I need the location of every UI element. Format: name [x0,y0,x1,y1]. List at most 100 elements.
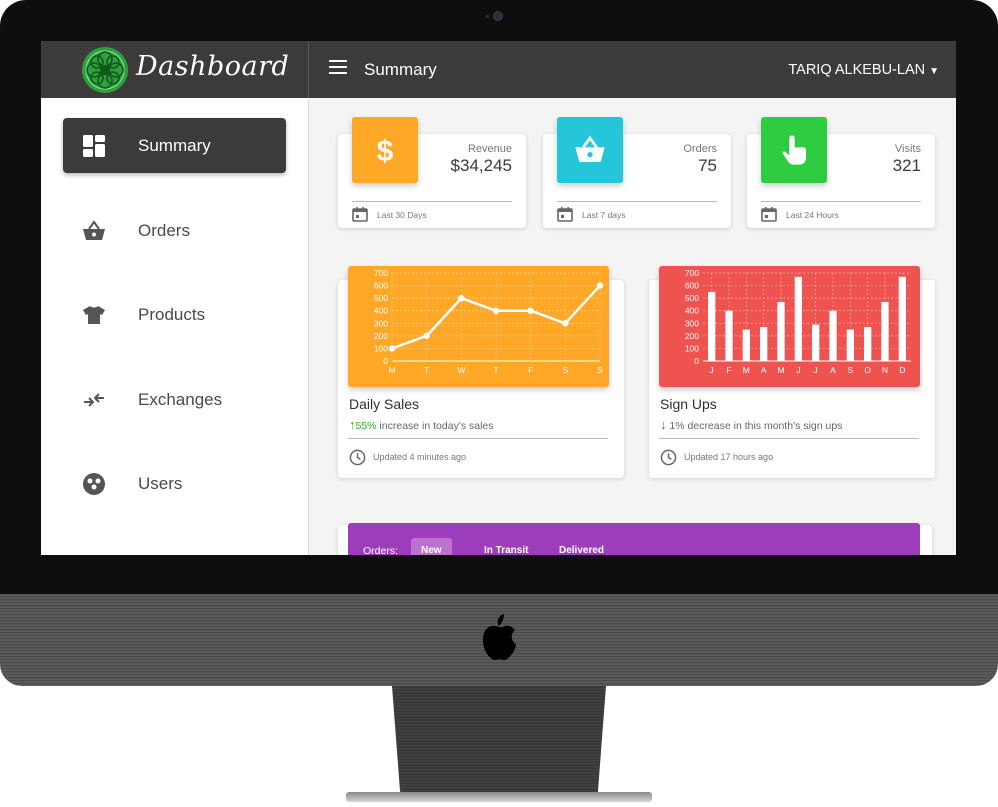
divider [557,201,717,202]
calendar-icon [761,207,777,222]
x-tick-label: F [528,365,533,375]
sign-ups-card: 0 100 200 300 400 500 600 700 J F M A M J J A S O N D Sign … [649,266,935,478]
y-tick-label: 0 [694,356,699,366]
svg-text:$: $ [377,135,394,166]
users-icon [83,473,105,495]
visits-card: Visits 321 Last 24 Hours [747,117,935,228]
signup-bar [760,327,768,361]
signup-bar [794,276,802,361]
signup-bar [742,329,750,361]
y-tick-label: 300 [685,318,699,328]
user-menu[interactable]: TARIQ ALKEBU-LAN ▼ [788,62,939,78]
x-tick-label: M [743,365,750,375]
sales-point [527,307,534,314]
orders-panel-header: Orders: New In Transit Delivered [348,523,920,555]
change-text: increase in today's sales [376,420,494,432]
x-tick-label: N [882,365,888,375]
screen: Dashboard Summary TARIQ ALKEBU-LAN ▼ Summ… [41,41,956,555]
visits-icon-box [761,117,827,183]
sidebar-item-users[interactable]: Users [63,456,286,511]
user-name: TARIQ ALKEBU-LAN [788,62,926,78]
y-tick-label: 100 [685,343,699,353]
exchange-icon [84,393,104,407]
sidebar: Summary Orders Products Exchanges Users [41,98,309,555]
sidebar-item-label: Users [138,474,183,493]
sign-ups-chart-box: 0 100 200 300 400 500 600 700 J F M A M J J A S O N D [659,266,920,387]
y-tick-label: 200 [685,331,699,341]
tab-delivered[interactable]: Delivered [549,538,614,555]
x-tick-label: F [726,365,731,375]
daily-sales-chart: 0100200300400500600700M T W T F S S [374,268,604,375]
y-tick-label: 700 [685,268,699,278]
change-text: 1% decrease in this month's sign ups [666,420,843,432]
stat-value: $34,245 [450,156,512,175]
monitor-chin [0,594,998,686]
dollar-icon: $ [377,135,394,166]
x-tick-label: M [388,365,395,375]
x-tick-label: S [562,365,568,375]
chart-subtitle: ↑55% increase in today's sales [349,417,494,432]
signup-bar [864,327,872,361]
sensor-dot [486,15,489,18]
x-tick-label: D [899,365,905,375]
sidebar-item-summary[interactable]: Summary [63,118,286,173]
stat-label: Orders [683,143,717,155]
y-tick-label: 100 [374,343,388,353]
y-tick-label: 500 [685,293,699,303]
basket-icon [83,220,105,240]
calendar-icon [557,207,573,222]
sidebar-item-label: Products [138,305,206,324]
x-tick-label: T [493,365,498,375]
y-tick-label: 600 [374,281,388,291]
divider [659,438,919,439]
x-tick-label: J [710,365,714,375]
stat-footer: Last 30 Days [377,210,427,220]
sidebar-item-products[interactable]: Products [63,287,286,342]
chart-title: Sign Ups [660,396,717,412]
sidebar-item-orders[interactable]: Orders [63,203,286,258]
chart-title: Daily Sales [349,396,420,412]
logo-icon [82,47,128,93]
x-tick-label: A [830,365,836,375]
sidebar-item-label: Exchanges [138,390,223,409]
x-tick-label: J [796,365,800,375]
tab-in-transit[interactable]: In Transit [474,538,538,555]
chart-footer: Updated 4 minutes ago [373,452,467,462]
tshirt-icon [83,306,105,324]
tab-new[interactable]: New [411,538,452,555]
divider [352,201,512,202]
y-tick-label: 400 [685,306,699,316]
change-value: 55% [355,420,377,432]
sidebar-item-label: Orders [138,221,190,240]
y-tick-label: 300 [374,318,388,328]
sidebar-item-label: Summary [138,136,211,155]
y-tick-label: 600 [685,281,699,291]
hamburger-menu-icon[interactable] [329,60,347,76]
y-tick-label: 700 [374,268,388,278]
revenue-icon-box: $ [352,117,418,183]
clock-icon [349,449,366,466]
basket-icon [575,135,605,162]
signup-bar [708,291,716,361]
sidebar-item-exchanges[interactable]: Exchanges [63,372,286,427]
sign-ups-chart: 0100200300400500600700J F M A M J J A S O N D [685,268,911,375]
stat-value: 321 [892,156,921,175]
orders-card: Orders 75 Last 7 days [543,117,731,228]
monitor-base [346,792,652,802]
monitor-stand [392,686,606,798]
x-tick-label: S [597,365,603,375]
x-tick-label: A [761,365,767,375]
daily-sales-card: 0 100 200 300 400 500 600 700 M T W T F S S Daily Sale… [338,266,624,478]
divider [761,201,921,202]
dashboard-icon [83,135,105,157]
signup-bar [881,301,889,361]
divider [348,438,608,439]
signup-bar [812,324,820,361]
revenue-card: $ Revenue $34,245 Last 30 Days [338,117,526,228]
stat-label: Revenue [467,143,512,155]
x-tick-label: M [777,365,784,375]
signup-bar [725,310,733,361]
signup-bar [777,301,785,361]
x-tick-label: S [847,365,853,375]
x-tick-label: O [864,365,871,375]
